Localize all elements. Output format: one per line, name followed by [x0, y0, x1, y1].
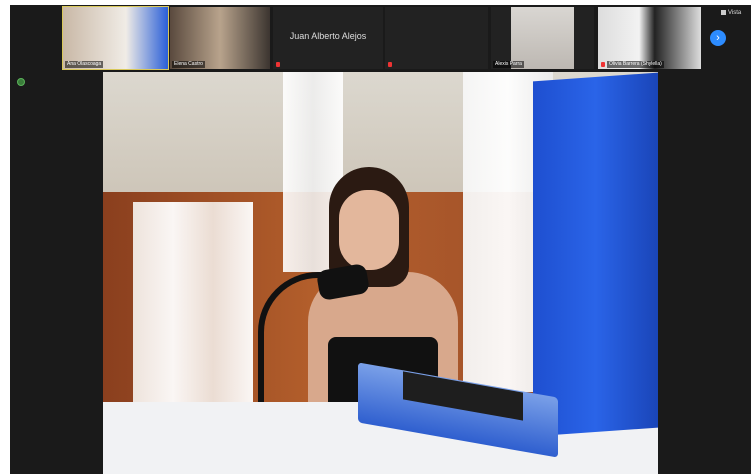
participant-tile-olivia-barrera[interactable]: Olivia Barrera (Shylella) [598, 7, 701, 69]
participant-strip: Ana Olascoaga Elena Castro Juan Alberto … [10, 5, 751, 71]
participant-video [511, 7, 574, 69]
chevron-right-icon[interactable]: › [710, 30, 726, 46]
participant-tile-blank[interactable] [385, 7, 488, 69]
muted-mic-icon [601, 62, 605, 67]
laptop-screen [533, 72, 658, 437]
muted-mic-icon [388, 62, 392, 67]
participant-tile-juan-alberto-alejos[interactable]: Juan Alberto Alejos [273, 7, 383, 69]
participant-tile-elena-castro[interactable]: Elena Castro [170, 7, 270, 69]
participant-name: Olivia Barrera (Shylella) [607, 61, 664, 68]
participant-video [598, 7, 701, 69]
participant-name: Ana Olascoaga [65, 61, 104, 68]
participant-tile-ana-olascoaga[interactable]: Ana Olascoaga [62, 6, 169, 70]
participant-name: Juan Alberto Alejos [289, 31, 367, 41]
participant-name: Alexis Parra [493, 61, 524, 68]
view-button[interactable]: Vista [721, 10, 741, 16]
active-speaker-video [103, 72, 658, 474]
person-face [339, 190, 399, 270]
curtain [133, 202, 253, 412]
view-button-label: Vista [728, 10, 742, 17]
video-conference-window: Ana Olascoaga Elena Castro Juan Alberto … [10, 5, 751, 474]
security-shield-icon[interactable] [17, 78, 25, 86]
participant-tile-alexis-parra[interactable]: Alexis Parra [491, 7, 594, 69]
participant-video [170, 7, 270, 69]
participant-name: Elena Castro [172, 61, 205, 68]
participant-video [63, 7, 168, 69]
muted-mic-icon [276, 62, 280, 67]
grid-icon [721, 10, 726, 15]
